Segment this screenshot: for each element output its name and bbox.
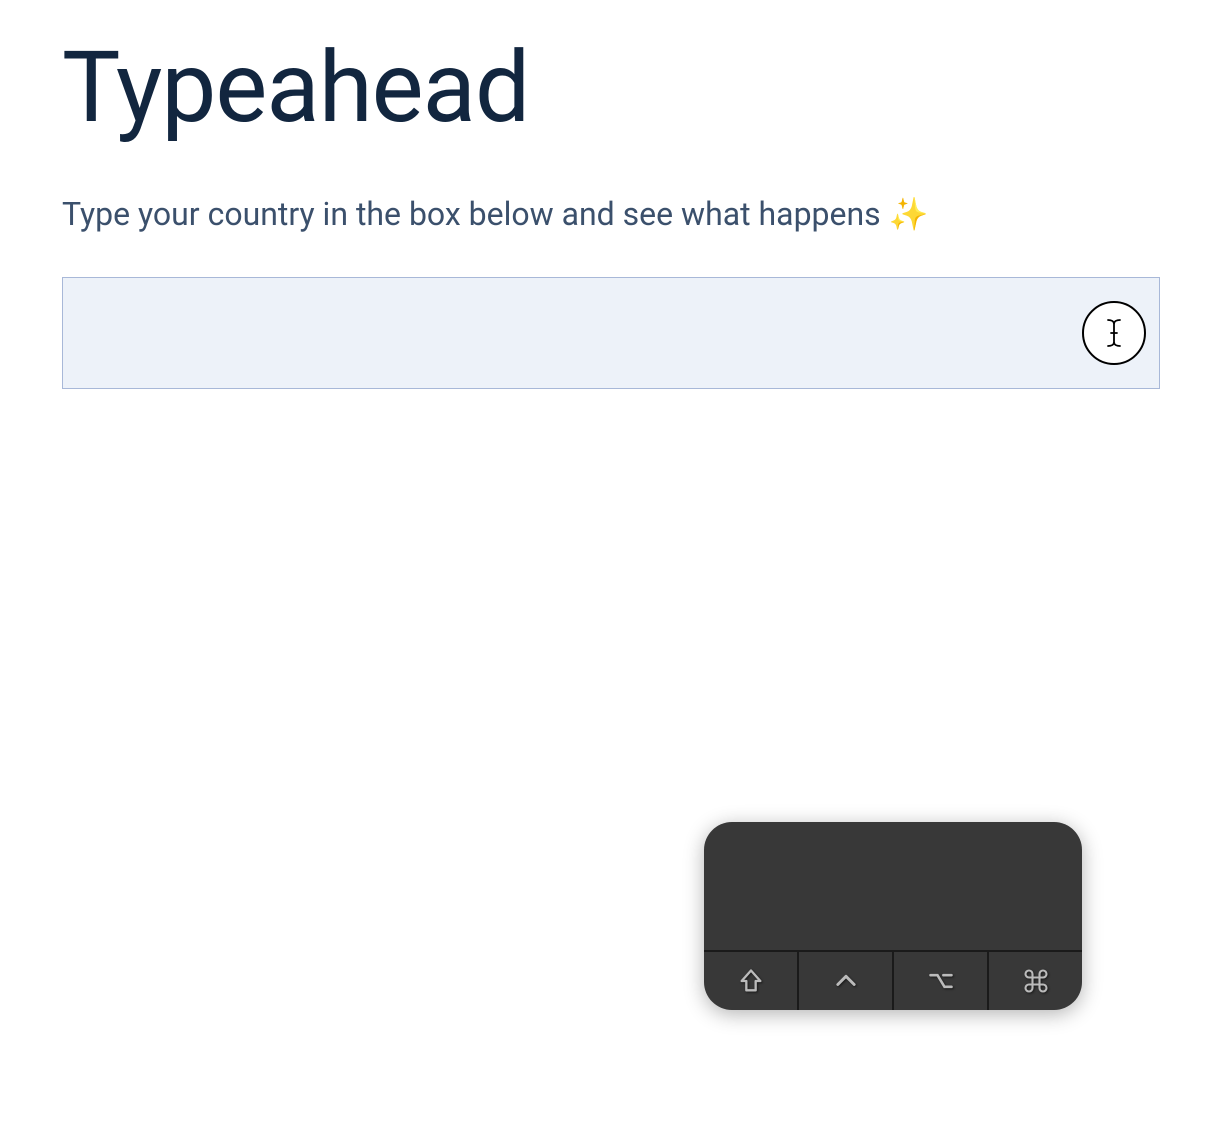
keyboard-display [704, 822, 1082, 952]
option-icon [927, 967, 955, 995]
instruction-copy: Type your country in the box below and s… [62, 195, 889, 233]
keyboard-overlay [704, 822, 1082, 1010]
shift-key[interactable] [704, 952, 799, 1010]
text-cursor-icon [1082, 301, 1146, 365]
control-icon [832, 967, 860, 995]
country-input-wrapper [62, 277, 1160, 389]
instruction-text: Type your country in the box below and s… [0, 145, 1222, 233]
country-input[interactable] [62, 277, 1160, 389]
control-key[interactable] [799, 952, 894, 1010]
keyboard-keys-row [704, 952, 1082, 1010]
command-key[interactable] [989, 952, 1082, 1010]
sparkles-icon: ✨ [889, 195, 929, 233]
command-icon [1022, 967, 1050, 995]
ibeam-glyph [1106, 318, 1122, 348]
shift-icon [737, 967, 765, 995]
page-title: Typeahead [0, 0, 1222, 145]
option-key[interactable] [894, 952, 989, 1010]
